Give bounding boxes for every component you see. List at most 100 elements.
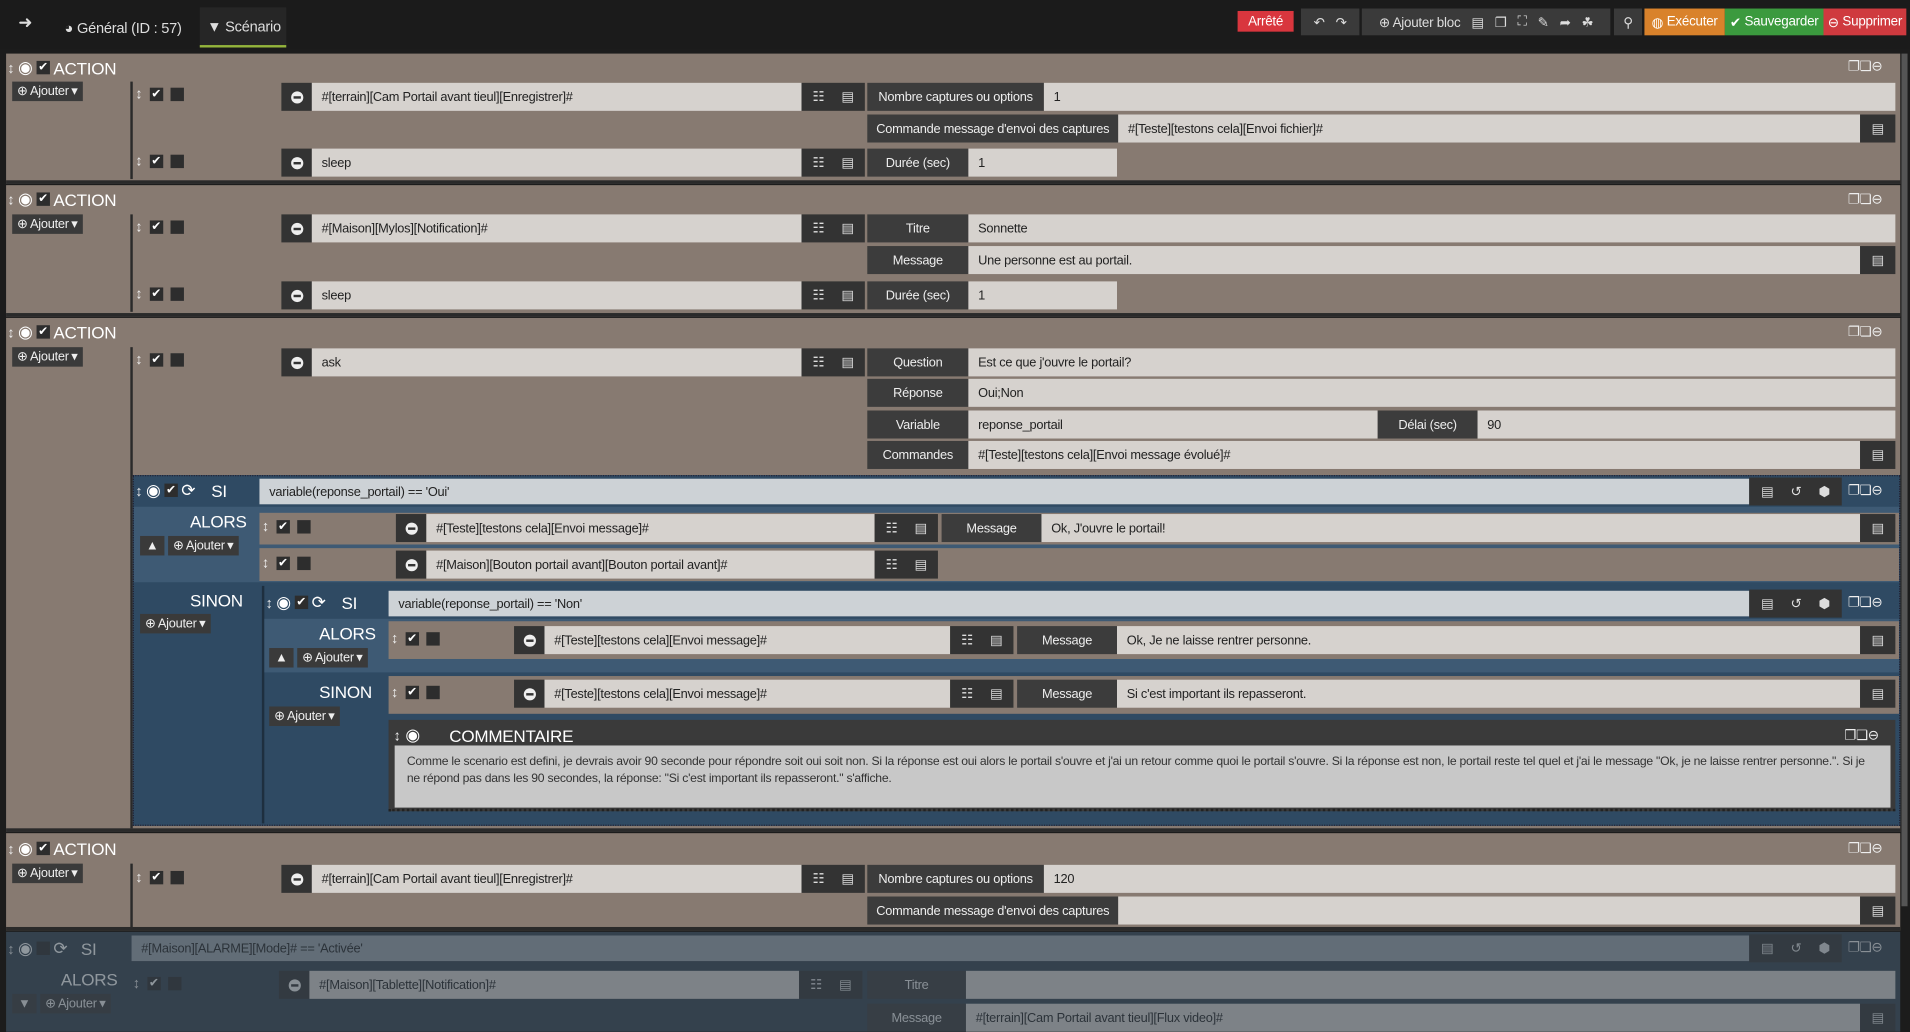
parallel-checkbox[interactable] (170, 87, 184, 101)
select-icon[interactable]: ▤ (1761, 484, 1774, 500)
enable-checkbox[interactable]: ✔ (36, 325, 50, 339)
history-icon[interactable]: ↺ (1790, 596, 1801, 612)
select-icon[interactable]: ▤ (914, 520, 927, 536)
command-input[interactable]: #[Maison][Bouton portail avant][Bouton p… (426, 550, 875, 579)
select-command-button[interactable]: ▤ (1860, 440, 1896, 469)
enable-checkbox[interactable] (36, 941, 50, 955)
add-dropdown[interactable]: ⊕ Ajouter ▾ (140, 613, 211, 634)
select-icon[interactable]: ▤ (914, 557, 927, 573)
list-icon[interactable]: ☷ (813, 220, 825, 237)
option-textarea[interactable]: #[Teste][testons cela][Envoi fichier]# (1118, 114, 1861, 143)
enable-checkbox[interactable]: ✔ (36, 60, 50, 75)
enable-checkbox[interactable]: ✔ (276, 556, 290, 570)
remove-row-button[interactable] (281, 864, 312, 893)
select-icon[interactable]: ▤ (841, 871, 854, 887)
command-input[interactable]: #[Maison][Tablette][Notification]# (309, 970, 800, 999)
edit-icon[interactable]: ✎ (1538, 14, 1549, 30)
select-command-button[interactable]: ▤ (1860, 626, 1896, 655)
comment-textarea[interactable]: Comme le scenario est defini, je devrais… (394, 745, 1891, 808)
collapse-button[interactable]: ▲ (269, 648, 294, 668)
enable-checkbox[interactable]: ✔ (36, 192, 50, 206)
drag-handle-icon[interactable]: ↕ (135, 218, 142, 235)
condition-input[interactable]: variable(reponse_portail) == 'Non' (388, 590, 1750, 617)
parallel-checkbox[interactable] (170, 870, 184, 884)
add-dropdown[interactable]: ⊕ Ajouter ▾ (12, 863, 83, 884)
enable-checkbox[interactable]: ✔ (149, 219, 163, 234)
share-icon[interactable]: ➦ (1560, 14, 1571, 30)
enable-checkbox[interactable]: ✔ (149, 87, 163, 101)
list-icon[interactable]: ☷ (813, 89, 825, 105)
scrollbar[interactable] (1901, 53, 1908, 907)
paste-icon[interactable]: ❏ (1860, 840, 1872, 857)
command-input[interactable]: #[Teste][testons cela][Envoi message]# (544, 626, 951, 655)
copy-icon[interactable]: ❐ (1848, 324, 1860, 340)
drag-handle-icon[interactable]: ↕ (7, 940, 14, 957)
refresh-icon[interactable]: ⟳ (181, 480, 195, 501)
undo-icon[interactable]: ↶ (1314, 14, 1325, 30)
drag-handle-icon[interactable]: ↕ (262, 518, 269, 535)
remove-icon[interactable]: ⊖ (1871, 482, 1882, 499)
select-icon[interactable]: ▤ (839, 977, 852, 993)
drag-handle-icon[interactable]: ↕ (133, 974, 140, 991)
enable-checkbox[interactable]: ✔ (149, 154, 163, 168)
add-dropdown[interactable]: ⊕ Ajouter ▾ (297, 648, 368, 668)
eye-icon[interactable]: ◉ (18, 838, 33, 859)
command-input[interactable]: #[Maison][Mylos][Notification]# (311, 214, 802, 243)
drag-handle-icon[interactable]: ↕ (135, 85, 142, 102)
enable-checkbox[interactable]: ✔ (294, 595, 308, 610)
remove-row-button[interactable] (281, 214, 312, 243)
copy-icon[interactable]: ❐ (1848, 594, 1860, 611)
parallel-checkbox[interactable] (170, 154, 184, 168)
drag-handle-icon[interactable]: ↕ (135, 869, 142, 886)
remove-icon[interactable]: ⊖ (1871, 939, 1882, 955)
save-button[interactable]: ✔ Sauvegarder (1724, 8, 1824, 36)
enable-checkbox[interactable]: ✔ (405, 631, 419, 645)
cube-icon[interactable]: ⬢ (1819, 596, 1831, 612)
delay-input[interactable]: 90 (1477, 410, 1896, 439)
file-icon[interactable]: ▤ (1471, 14, 1484, 30)
parallel-checkbox[interactable] (296, 556, 311, 570)
parallel-checkbox[interactable] (170, 286, 184, 301)
command-input[interactable]: #[terrain][Cam Portail avant tieul][Enre… (311, 82, 802, 111)
remove-icon[interactable]: ⊖ (1871, 58, 1882, 75)
remove-row-button[interactable] (281, 82, 312, 111)
remove-row-button[interactable] (514, 626, 545, 655)
copy-icon[interactable]: ❐ (1848, 840, 1860, 857)
delete-button[interactable]: ⊖ Supprimer (1823, 8, 1907, 36)
remove-row-button[interactable] (278, 970, 310, 999)
eye-icon[interactable]: ◉ (18, 322, 33, 343)
drag-handle-icon[interactable]: ↕ (391, 630, 398, 647)
option-textarea[interactable]: Une personne est au portail. (968, 246, 1861, 275)
drag-handle-icon[interactable]: ↕ (135, 285, 142, 302)
paste-icon[interactable]: ❏ (1860, 939, 1872, 955)
enable-checkbox[interactable]: ✔ (276, 519, 290, 533)
drag-handle-icon[interactable]: ↕ (7, 840, 14, 857)
add-dropdown[interactable]: ⊕ Ajouter ▾ (168, 535, 239, 556)
eye-icon[interactable]: ◉ (18, 189, 33, 210)
execute-button[interactable]: ◍ Exécuter (1644, 8, 1725, 36)
condition-input[interactable]: variable(reponse_portail) == 'Oui' (259, 478, 1750, 505)
paste-icon[interactable]: ❏ (1860, 58, 1872, 75)
parallel-checkbox[interactable] (426, 631, 440, 645)
add-dropdown[interactable]: ⊕ Ajouter ▾ (269, 706, 340, 726)
remove-icon[interactable]: ⊖ (1868, 727, 1879, 743)
message-input[interactable]: Si c'est important ils repasseront. (1116, 679, 1861, 708)
eye-icon[interactable]: ◉ (18, 938, 33, 959)
add-dropdown[interactable]: ⊕ Ajouter ▾ (12, 347, 83, 367)
remove-row-button[interactable] (281, 348, 312, 377)
tab-general[interactable]: ◕ Général (ID : 57) (57, 7, 189, 47)
remove-row-button[interactable] (395, 514, 427, 543)
command-input[interactable]: sleep (311, 148, 802, 177)
eye-icon[interactable]: ◉ (276, 592, 291, 613)
history-icon[interactable]: ↺ (1790, 484, 1801, 500)
paste-icon[interactable]: ❏ (1860, 482, 1872, 499)
title-input[interactable] (965, 970, 1896, 999)
eye-icon[interactable]: ◉ (405, 725, 420, 746)
option-textarea[interactable] (1118, 896, 1861, 925)
enable-checkbox[interactable]: ✔ (149, 870, 163, 884)
option-input[interactable]: 1 (1043, 82, 1896, 111)
enable-checkbox[interactable]: ✔ (147, 976, 161, 990)
select-command-button[interactable]: ▤ (1860, 896, 1896, 925)
select-icon[interactable]: ▤ (990, 686, 1003, 702)
list-icon[interactable]: ☷ (886, 520, 898, 536)
